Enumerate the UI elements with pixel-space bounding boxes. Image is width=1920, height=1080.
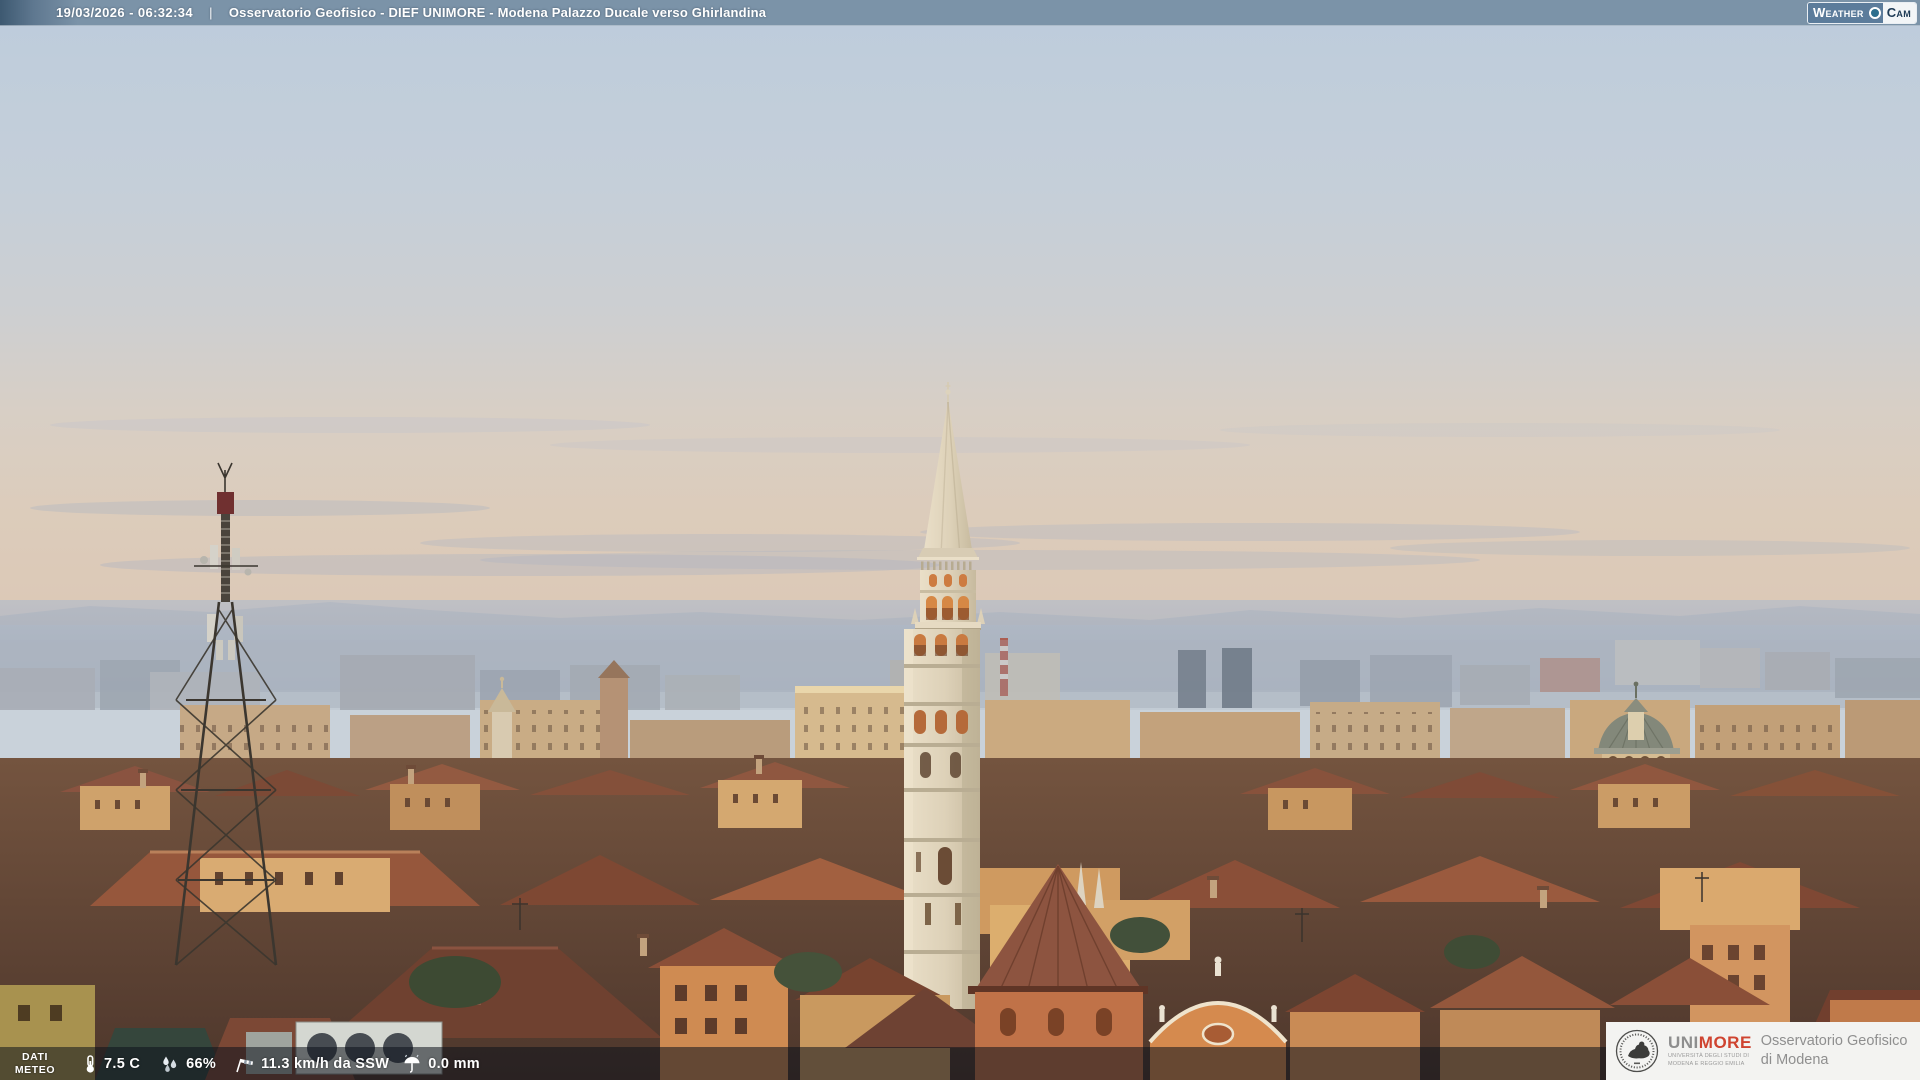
unimore-seal-icon [1615, 1029, 1659, 1073]
page-title: Osservatorio Geofisico - DIEF UNIMORE - … [228, 5, 767, 20]
unimore-subtitle-line1: UNIVERSITÀ DEGLI STUDI DI [1668, 1053, 1750, 1060]
top-bar: 19/03/2026 - 06:32:34 | Osservatorio Geo… [0, 0, 1920, 26]
weathercam-logo-weather: Weather [1807, 2, 1867, 23]
wind-reading: 11.3 km/h da SSW [233, 1055, 389, 1073]
weathercam-logo-cam: Cam [1882, 2, 1916, 23]
thermometer-icon [86, 1054, 94, 1073]
separator: | [209, 5, 213, 20]
observatory-name: Osservatorio Geofisico di Modena [1760, 1033, 1908, 1068]
webcam-scene [0, 0, 1920, 1080]
unimore-uni: UNI [1668, 1033, 1699, 1053]
rain-reading: 0.0 mm [402, 1054, 480, 1073]
windsock-icon [236, 1058, 254, 1072]
timestamp: 19/03/2026 - 06:32:34 [56, 5, 194, 20]
unimore-subtitle-line2: MODENA E REGGIO EMILIA [1668, 1060, 1745, 1067]
raindrops-icon [163, 1056, 177, 1072]
unimore-more: MORE [1698, 1033, 1752, 1053]
umbrella-icon [404, 1054, 420, 1073]
humidity-reading: 66% [160, 1055, 216, 1073]
temperature-reading: 7.5 C [82, 1054, 140, 1074]
webcam-view: 19/03/2026 - 06:32:34 | Osservatorio Geo… [0, 0, 1920, 1080]
weather-data-label: DATI METEO [14, 1051, 56, 1076]
unimore-brand-box: UNIMORE UNIVERSITÀ DEGLI STUDI DI MODENA… [1606, 1022, 1920, 1080]
weathercam-logo: Weather Cam [1806, 1, 1917, 24]
unimore-wordmark: UNIMORE UNIVERSITÀ DEGLI STUDI DI MODENA… [1668, 1034, 1752, 1068]
camera-lens-icon [1866, 2, 1883, 23]
